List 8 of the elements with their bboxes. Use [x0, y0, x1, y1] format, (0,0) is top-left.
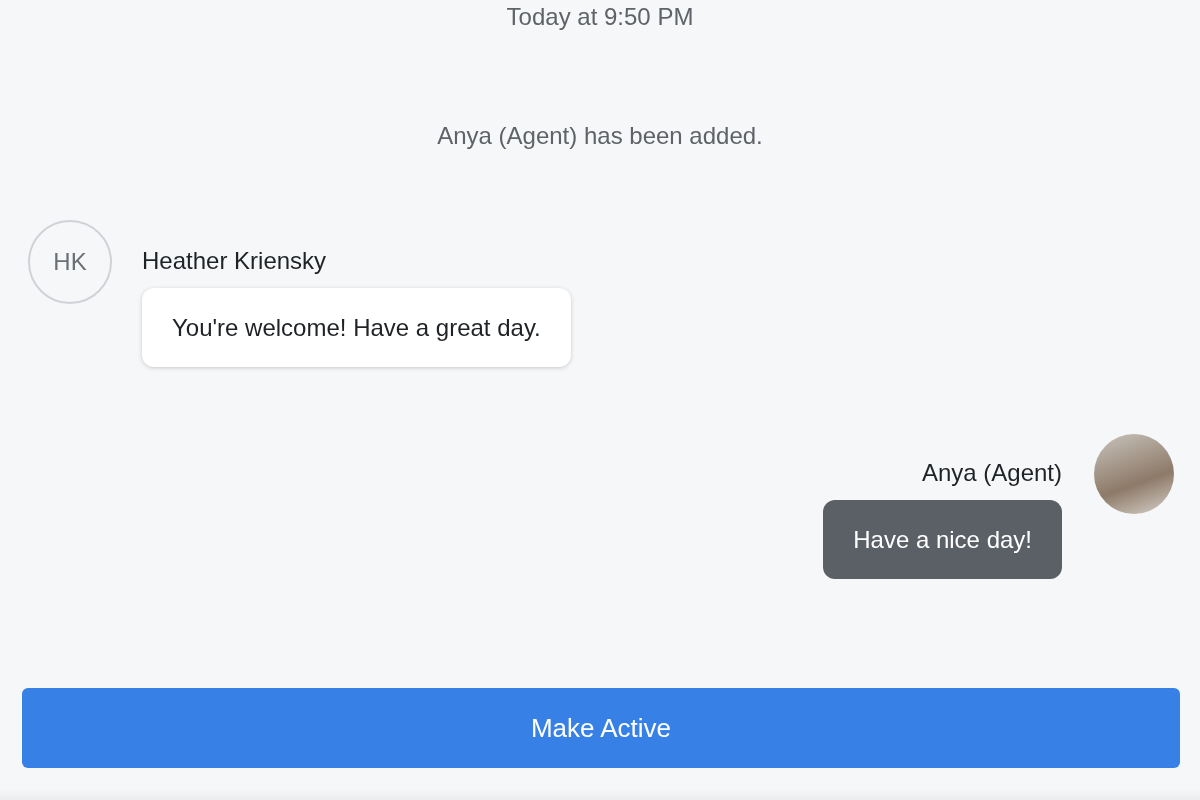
sender-name: Anya (Agent)	[921, 458, 1062, 488]
system-message: Anya (Agent) has been added.	[437, 121, 763, 151]
avatar-initials: HK	[28, 220, 112, 304]
message-bubble: Have a nice day!	[823, 500, 1062, 579]
make-active-button[interactable]: Make Active	[22, 688, 1180, 768]
message-bubble: You're welcome! Have a great day.	[142, 288, 571, 367]
timestamp: Today at 9:50 PM	[506, 2, 694, 32]
sender-name: Heather Kriensky	[142, 246, 328, 276]
